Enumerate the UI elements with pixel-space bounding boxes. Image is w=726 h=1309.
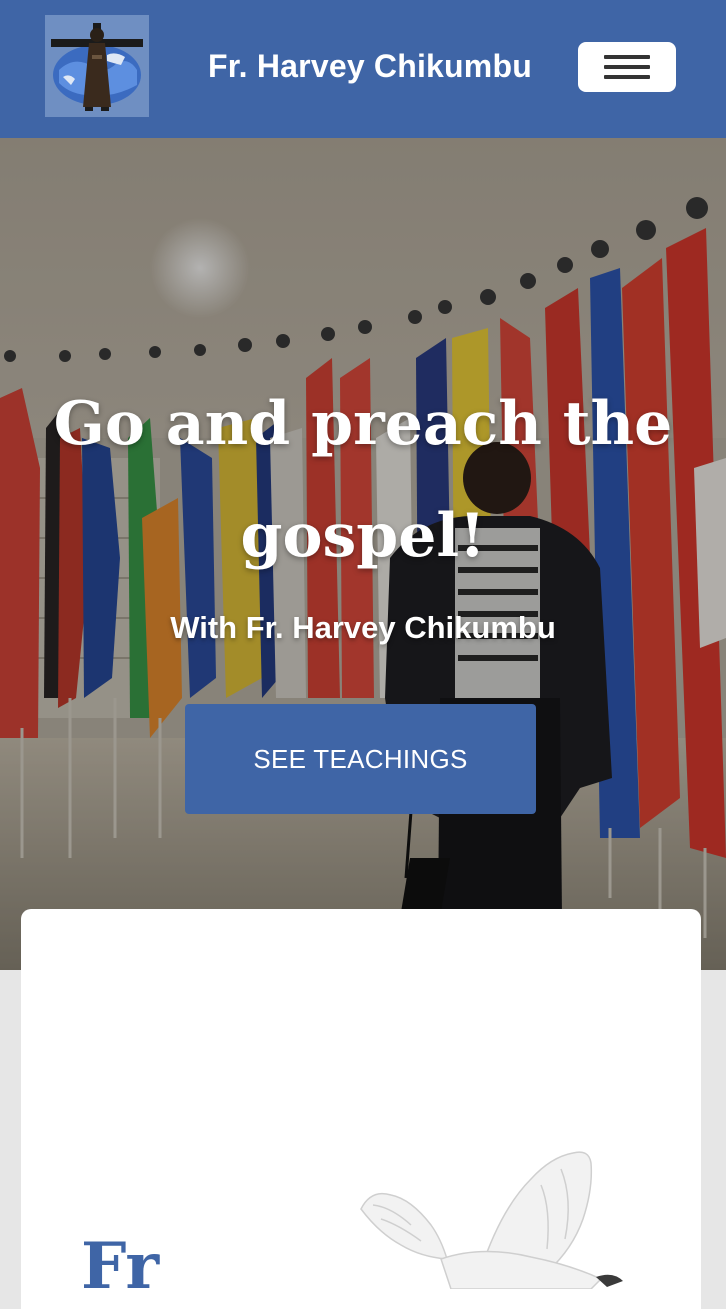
intro-card: Fr xyxy=(21,909,701,1309)
brand-name[interactable]: Fr. Harvey Chikumbu xyxy=(175,42,565,90)
menu-bar-line xyxy=(604,55,650,59)
hamburger-menu-icon[interactable] xyxy=(578,42,676,92)
franciscan-cross-globe-icon[interactable] xyxy=(45,15,149,117)
dove-icon xyxy=(360,1151,623,1289)
hero-subheading: With Fr. Harvey Chikumbu xyxy=(170,610,556,645)
hero-heading: Go and preach the gospel! xyxy=(53,389,673,571)
card-heading: Fr xyxy=(81,1229,160,1304)
see-teachings-button[interactable]: SEE TEACHINGS xyxy=(185,704,536,814)
menu-bar-line xyxy=(604,65,650,69)
hero-section: Go and preach the gospel! With Fr. Harve… xyxy=(0,138,726,970)
menu-bar-line xyxy=(604,75,650,79)
top-navbar: Fr. Harvey Chikumbu xyxy=(0,0,726,138)
